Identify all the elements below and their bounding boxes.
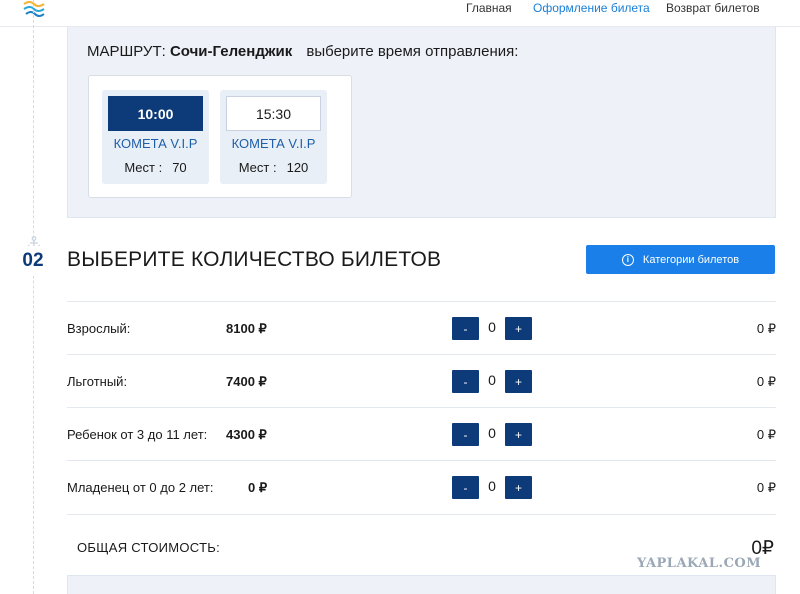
decrease-qty-button[interactable]: -: [452, 476, 479, 499]
ticket-row-child: Ребенок от 3 до 11 лет: 4300 ₽ - 0 + 0 ₽: [67, 407, 776, 460]
decrease-qty-button[interactable]: -: [452, 370, 479, 393]
ticket-row-adult: Взрослый: 8100 ₽ - 0 + 0 ₽: [67, 301, 776, 354]
ticket-type-label: Льготный:: [67, 374, 128, 389]
increase-qty-button[interactable]: +: [505, 317, 532, 340]
watermark: YAPLAKAL.COM: [637, 556, 762, 571]
seats-info: Мест : 120: [220, 160, 327, 175]
ticket-type-label: Взрослый:: [67, 321, 131, 336]
ticket-subtotal: 0 ₽: [756, 374, 776, 389]
departure-card-2[interactable]: 15:30 КОМЕТА V.I.P Мест : 120: [220, 90, 327, 184]
departure-card-1[interactable]: 10:00 КОМЕТА V.I.P Мест : 70: [102, 90, 209, 184]
section-title: ВЫБЕРИТЕ КОЛИЧЕСТВО БИЛЕТОВ: [67, 248, 442, 271]
departure-time-button[interactable]: 15:30: [226, 96, 321, 131]
next-section-panel: [67, 575, 776, 594]
route-hint: выберите время отправления:: [306, 43, 519, 60]
route-name: Сочи-Геленджик: [169, 43, 293, 60]
top-navbar: Главная Оформление билета Возврат билето…: [0, 0, 800, 27]
ticket-price: 7400 ₽: [226, 374, 267, 389]
total-cost-label: ОБЩАЯ СТОИМОСТЬ:: [77, 540, 221, 555]
ticket-subtotal: 0 ₽: [756, 480, 776, 495]
increase-qty-button[interactable]: +: [505, 370, 532, 393]
ticket-subtotal: 0 ₽: [756, 321, 776, 336]
seats-label: Мест :: [124, 160, 163, 175]
ticket-row-discount: Льготный: 7400 ₽ - 0 + 0 ₽: [67, 354, 776, 407]
seats-label: Мест :: [238, 160, 277, 175]
departure-time-button[interactable]: 10:00: [108, 96, 203, 131]
increase-qty-button[interactable]: +: [505, 423, 532, 446]
nav-ticket-booking-link[interactable]: Оформление билета: [533, 1, 650, 15]
vessel-name: КОМЕТА V.I.P: [231, 136, 316, 151]
ticket-quantity: 0: [488, 372, 496, 388]
seats-info: Мест : 70: [102, 160, 209, 175]
nav-home-link[interactable]: Главная: [466, 1, 512, 15]
ticket-categories-button[interactable]: i Категории билетов: [586, 245, 775, 274]
route-heading: МАРШРУТ: Сочи-Геленджик выберите время о…: [87, 43, 518, 60]
ticket-subtotal: 0 ₽: [756, 427, 776, 442]
steps-timeline: [33, 0, 34, 594]
ticket-price: 0 ₽: [248, 480, 268, 495]
ticket-quantity: 0: [488, 425, 496, 441]
ticket-quantity: 0: [488, 478, 496, 494]
ticket-price: 8100 ₽: [226, 321, 267, 336]
company-logo-icon[interactable]: [22, 0, 46, 18]
nav-ticket-return-link[interactable]: Возврат билетов: [666, 1, 760, 15]
info-icon: i: [621, 253, 634, 266]
decrease-qty-button[interactable]: -: [452, 317, 479, 340]
ticket-row-infant: Младенец от 0 до 2 лет: 0 ₽ - 0 + 0 ₽: [67, 460, 776, 515]
ticket-quantity: 0: [488, 319, 496, 335]
route-prefix: МАРШРУТ:: [87, 43, 166, 60]
ticket-type-label: Младенец от 0 до 2 лет:: [67, 480, 214, 495]
ticket-type-label: Ребенок от 3 до 11 лет:: [67, 427, 208, 442]
increase-qty-button[interactable]: +: [505, 476, 532, 499]
ticket-price: 4300 ₽: [226, 427, 267, 442]
vessel-name: КОМЕТА V.I.P: [113, 136, 198, 151]
seats-count: 120: [286, 160, 309, 175]
step-number-badge: 02: [14, 246, 52, 276]
ticket-categories-label: Категории билетов: [642, 253, 740, 266]
decrease-qty-button[interactable]: -: [452, 423, 479, 446]
seats-count: 70: [172, 160, 187, 175]
